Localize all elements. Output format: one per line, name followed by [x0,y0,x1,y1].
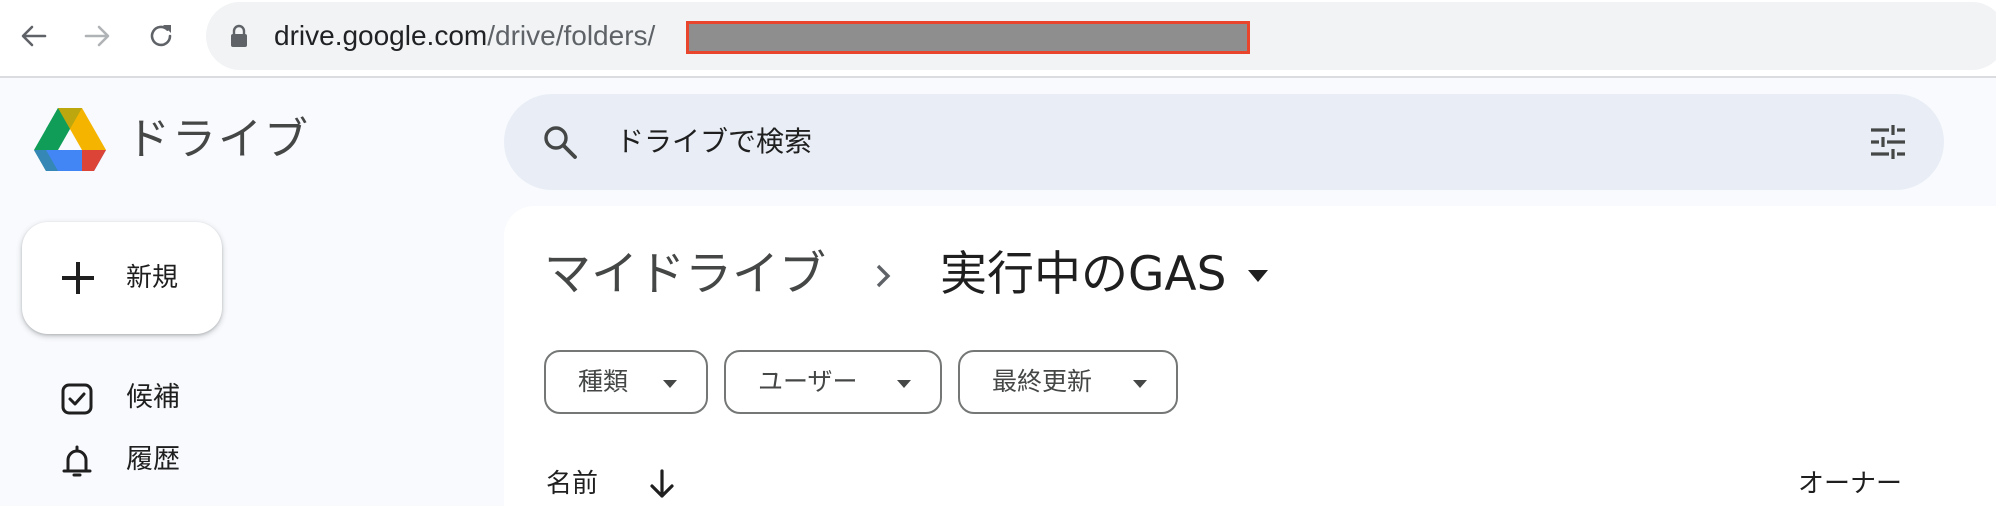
column-header-owner[interactable]: オーナー [1798,464,1902,504]
browser-toolbar: drive.google.com/drive/folders/ [0,0,1996,78]
reload-button[interactable] [139,14,183,58]
caret-down-icon [1133,380,1147,388]
filter-modified-chip[interactable]: 最終更新 [958,350,1178,414]
breadcrumb-my-drive[interactable]: マイドライブ [544,242,826,308]
sidebar-item-label: 履歴 [126,444,180,475]
bell-icon [62,445,92,477]
search-input[interactable]: ドライブで検索 [616,118,812,166]
url-text[interactable]: drive.google.com/drive/folders/ [274,16,655,56]
filter-type-chip[interactable]: 種類 [544,350,708,414]
new-button[interactable]: 新規 [22,222,222,334]
checkbox-icon [61,383,93,415]
filter-chip-label: 最終更新 [992,367,1093,396]
arrow-left-icon [21,25,47,47]
app-name: ドライブ [126,114,310,165]
search-bar[interactable]: ドライブで検索 [504,94,1944,190]
url-host: drive.google.com [274,20,488,51]
search-icon[interactable] [540,122,580,162]
url-path: /drive/folders/ [487,20,656,51]
sidebar-item-activity[interactable]: 履歴 [0,432,500,488]
redacted-folder-id [686,21,1250,54]
filter-people-chip[interactable]: ユーザー [724,350,942,414]
breadcrumb-current-folder[interactable]: 実行中のGAS [940,242,1226,308]
caret-down-icon [663,380,677,388]
back-button[interactable] [12,14,56,58]
plus-icon [62,262,94,294]
filter-chip-label: 種類 [578,367,629,396]
reload-icon [150,25,172,47]
column-header-name[interactable]: 名前 [546,464,598,504]
filter-chip-label: ユーザー [758,367,858,396]
address-bar[interactable]: drive.google.com/drive/folders/ [206,2,1996,70]
drive-logo-icon [34,108,106,171]
sidebar-item-suggested[interactable]: 候補 [0,370,500,426]
lock-icon [231,24,247,47]
caret-down-icon [897,380,911,388]
chevron-right-icon [876,264,891,288]
caret-down-icon[interactable] [1246,268,1270,284]
new-button-label: 新規 [126,263,179,293]
arrow-down-icon[interactable] [648,468,676,500]
search-options-icon[interactable] [1868,122,1908,162]
arrow-right-icon [84,25,110,47]
forward-button[interactable] [75,14,119,58]
sidebar-item-label: 候補 [126,382,180,413]
